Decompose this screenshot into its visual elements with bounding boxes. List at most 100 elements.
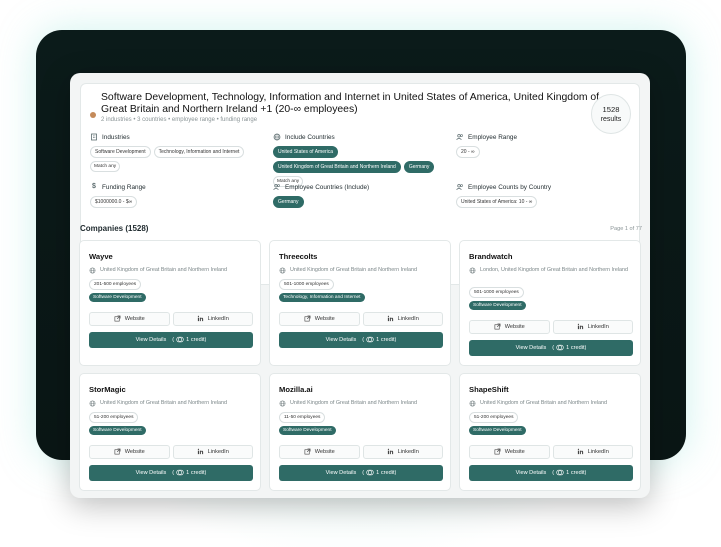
coins-icon — [176, 469, 184, 478]
external-link-icon — [114, 448, 121, 457]
globe-icon — [89, 267, 96, 274]
filter-label: Include Countries — [285, 133, 335, 141]
building-icon — [90, 133, 98, 141]
website-button[interactable]: Website — [279, 312, 360, 326]
view-details-button[interactable]: View Details(1 credit) — [279, 465, 443, 481]
filter-chip[interactable]: 20 - ∞ — [456, 146, 480, 158]
view-details-button[interactable]: View Details(1 credit) — [469, 465, 633, 481]
website-button[interactable]: Website — [469, 445, 550, 459]
industry-badge: Software Development — [279, 426, 336, 435]
linkedin-button[interactable]: LinkedIn — [552, 320, 633, 334]
location-text: United Kingdom of Great Britain and Nort… — [100, 400, 228, 406]
view-details-button[interactable]: View Details(1 credit) — [89, 332, 253, 348]
globe-icon — [279, 400, 286, 407]
linkedin-label: LinkedIn — [397, 449, 419, 455]
linkedin-button[interactable]: LinkedIn — [362, 312, 443, 326]
linkedin-icon — [197, 448, 204, 457]
website-button[interactable]: Website — [279, 445, 360, 459]
company-card[interactable]: StorMagic United Kingdom of Great Britain… — [79, 373, 261, 491]
view-details-button[interactable]: View Details(1 credit) — [89, 465, 253, 481]
external-link-icon — [304, 315, 311, 324]
filter-chip[interactable]: United States of America: 10 - ∞ — [456, 196, 538, 208]
linkedin-label: LinkedIn — [587, 324, 609, 330]
linkedin-button[interactable]: LinkedIn — [172, 312, 253, 326]
website-button[interactable]: Website — [89, 445, 170, 459]
linkedin-button[interactable]: LinkedIn — [172, 445, 253, 459]
location-text: United Kingdom of Great Britain and Nort… — [290, 267, 418, 273]
filter-include-countries: Include Countries United States of Ameri… — [273, 132, 448, 187]
website-button[interactable]: Website — [89, 312, 170, 326]
view-details-label: View Details — [135, 470, 167, 476]
search-title: Software Development, Technology, Inform… — [101, 92, 600, 115]
filter-employee-counts-by-country: Employee Counts by Country United States… — [456, 182, 631, 208]
employee-count-badge: 11-50 employees — [279, 412, 326, 423]
company-name[interactable]: Wayve — [89, 252, 113, 261]
linkedin-icon — [387, 315, 394, 324]
country-chip[interactable]: United States of America — [273, 146, 339, 158]
filter-employee-countries: Employee Countries (Include) Germany — [273, 182, 448, 208]
globe-icon — [89, 400, 96, 407]
users-icon — [273, 183, 281, 191]
page-indicator: Page 1 of 77 — [610, 226, 642, 232]
link-buttons: Website LinkedIn — [469, 445, 633, 459]
filter-chip[interactable]: Software Development — [90, 146, 151, 158]
company-card[interactable]: Wayve United Kingdom of Great Britain and… — [79, 240, 261, 366]
search-subtitle: 2 industries • 3 countries • employee ra… — [101, 117, 258, 123]
globe-icon — [279, 267, 286, 274]
linkedin-icon — [387, 448, 394, 457]
linkedin-label: LinkedIn — [207, 316, 229, 322]
company-card[interactable]: Brandwatch London, United Kingdom of Grea… — [459, 240, 641, 366]
view-details-label: View Details — [515, 470, 547, 476]
company-location: United Kingdom of Great Britain and Nort… — [469, 400, 635, 407]
filter-chip[interactable]: $1000000.0 - $∞ — [90, 196, 138, 208]
company-name[interactable]: Threecolts — [279, 252, 317, 261]
view-details-label: View Details — [325, 470, 357, 476]
linkedin-label: LinkedIn — [587, 449, 609, 455]
linkedin-button[interactable]: LinkedIn — [362, 445, 443, 459]
country-chip[interactable]: Germany — [403, 161, 435, 173]
users-icon — [456, 133, 464, 141]
external-link-icon — [494, 448, 501, 457]
country-chip[interactable]: Germany — [273, 196, 304, 208]
employee-count-badge: 51-200 employees — [89, 412, 139, 423]
industry-badge: Technology, Information and Internet — [279, 293, 365, 302]
results-label: results — [600, 116, 622, 123]
globe-icon — [469, 400, 476, 407]
credit-cost: 1 credit) — [566, 470, 587, 476]
credit-cost: 1 credit) — [376, 470, 397, 476]
company-card[interactable]: Mozilla.ai United Kingdom of Great Britai… — [269, 373, 451, 491]
companies-heading: Companies (1528) — [80, 224, 149, 233]
company-name[interactable]: StorMagic — [89, 385, 126, 394]
globe-icon — [469, 267, 476, 274]
credit-cost: 1 credit) — [186, 337, 207, 343]
website-button[interactable]: Website — [469, 320, 550, 334]
website-label: Website — [504, 324, 525, 330]
filter-funding-range: $ Funding Range $1000000.0 - $∞ — [90, 182, 260, 208]
credit-cost: 1 credit) — [566, 345, 587, 351]
company-card[interactable]: ShapeShift United Kingdom of Great Britai… — [459, 373, 641, 491]
view-details-label: View Details — [515, 345, 547, 351]
match-any-chip[interactable]: Match any — [90, 161, 121, 172]
coins-icon — [366, 469, 374, 478]
industry-badge: Software Development — [469, 426, 526, 435]
industry-badge: Software Development — [89, 426, 146, 435]
company-card[interactable]: Threecolts United Kingdom of Great Britai… — [269, 240, 451, 366]
external-link-icon — [114, 315, 121, 324]
company-name[interactable]: ShapeShift — [469, 385, 509, 394]
country-chip[interactable]: United Kingdom of Great Britain and Nort… — [273, 161, 401, 173]
company-name[interactable]: Mozilla.ai — [279, 385, 313, 394]
company-name[interactable]: Brandwatch — [469, 252, 512, 261]
view-details-button[interactable]: View Details(1 credit) — [279, 332, 443, 348]
filter-label: Employee Countries (Include) — [285, 183, 370, 191]
app-window: Software Development, Technology, Inform… — [70, 73, 650, 498]
linkedin-icon — [197, 315, 204, 324]
link-buttons: Website LinkedIn — [89, 445, 253, 459]
linkedin-button[interactable]: LinkedIn — [552, 445, 633, 459]
view-details-button[interactable]: View Details(1 credit) — [469, 340, 633, 356]
company-location: United Kingdom of Great Britain and Nort… — [89, 267, 255, 274]
link-buttons: Website LinkedIn — [89, 312, 253, 326]
employee-count-badge: 501-1000 employees — [279, 279, 334, 290]
credit-cost: 1 credit) — [186, 470, 207, 476]
filter-industries: Industries Software Development Technolo… — [90, 132, 260, 172]
filter-chip[interactable]: Technology, Information and Internet — [153, 146, 245, 158]
